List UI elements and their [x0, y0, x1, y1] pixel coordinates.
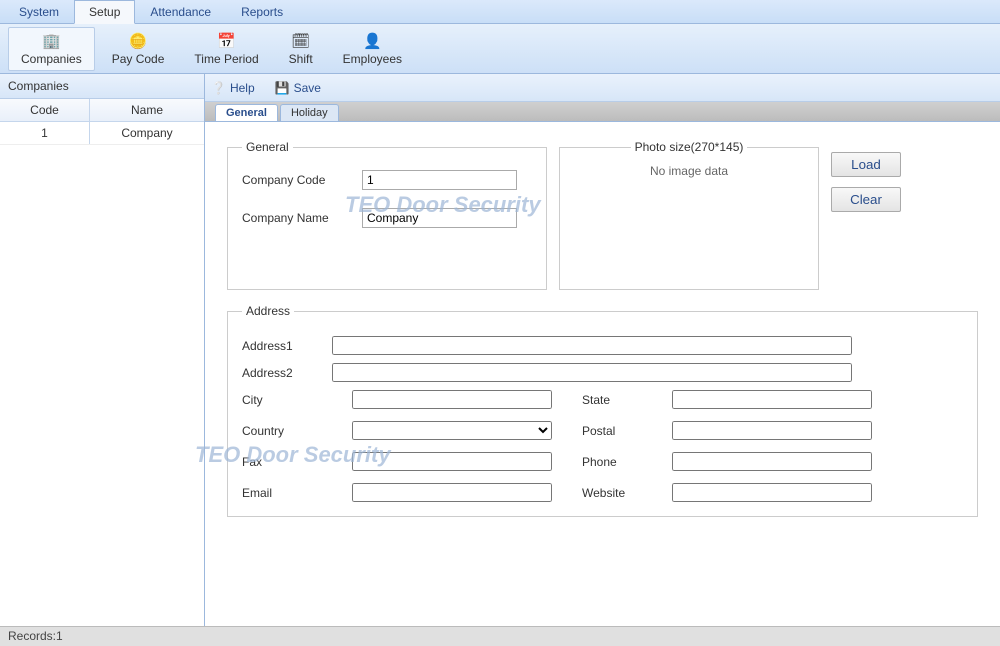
menu-system[interactable]: System [4, 0, 74, 23]
table-row[interactable]: 1 Company [0, 122, 204, 145]
help-label: Help [230, 81, 255, 95]
no-image-text: No image data [650, 164, 728, 178]
coin-icon: 🪙 [112, 32, 165, 50]
toolbar-paycode-label: Pay Code [112, 52, 165, 66]
menu-reports[interactable]: Reports [226, 0, 298, 23]
company-code-input[interactable] [362, 170, 517, 190]
city-input[interactable] [352, 390, 552, 409]
tab-general[interactable]: General [215, 104, 278, 121]
fieldset-photo: Photo size(270*145) No image data [559, 140, 819, 290]
menubar: System Setup Attendance Reports [0, 0, 1000, 24]
phone-label: Phone [582, 455, 652, 469]
address2-input[interactable] [332, 363, 852, 382]
toolbar-timeperiod[interactable]: 📅 Time Period [181, 27, 271, 71]
photo-legend: Photo size(270*145) [631, 140, 748, 154]
postal-label: Postal [582, 424, 652, 438]
state-label: State [582, 393, 652, 407]
col-name-header[interactable]: Name [90, 99, 204, 121]
website-label: Website [582, 486, 652, 500]
sidebar: Companies Code Name 1 Company [0, 74, 205, 626]
fax-input[interactable] [352, 452, 552, 471]
building-icon: 🏢 [21, 32, 82, 50]
postal-input[interactable] [672, 421, 872, 440]
toolbar-companies-label: Companies [21, 52, 82, 66]
address1-label: Address1 [242, 339, 332, 353]
company-name-label: Company Name [242, 211, 362, 225]
sidebar-title: Companies [0, 74, 204, 99]
col-code-header[interactable]: Code [0, 99, 90, 121]
general-legend: General [242, 140, 293, 154]
statusbar: Records:1 [0, 626, 1000, 646]
save-button[interactable]: 💾 Save [275, 81, 321, 95]
email-label: Email [242, 486, 332, 500]
clear-button[interactable]: Clear [831, 187, 901, 212]
fax-label: Fax [242, 455, 332, 469]
company-name-input[interactable] [362, 208, 517, 228]
content: ❔ Help 💾 Save General Holiday TEO Door S… [205, 74, 1000, 626]
photo-buttons: Load Clear [831, 152, 901, 212]
row-code: 1 [0, 122, 90, 144]
website-input[interactable] [672, 483, 872, 502]
menu-attendance[interactable]: Attendance [135, 0, 226, 23]
address1-input[interactable] [332, 336, 852, 355]
phone-input[interactable] [672, 452, 872, 471]
toolbar-shift[interactable]: 🗓 Shift [276, 27, 326, 71]
toolbar-paycode[interactable]: 🪙 Pay Code [99, 27, 178, 71]
save-icon: 💾 [275, 81, 290, 95]
calendar-icon: 📅 [194, 32, 258, 50]
toolbar-employees-label: Employees [343, 52, 402, 66]
records-count: 1 [56, 629, 63, 643]
help-icon: ❔ [211, 81, 226, 95]
person-icon: 👤 [343, 32, 402, 50]
toolbar-timeperiod-label: Time Period [194, 52, 258, 66]
toolbar-employees[interactable]: 👤 Employees [330, 27, 415, 71]
company-code-label: Company Code [242, 173, 362, 187]
fieldset-general: General Company Code Company Name [227, 140, 547, 290]
action-bar: ❔ Help 💾 Save [205, 74, 1000, 102]
tabstrip: General Holiday [205, 102, 1000, 122]
city-label: City [242, 393, 332, 407]
load-button[interactable]: Load [831, 152, 901, 177]
toolbar-companies[interactable]: 🏢 Companies [8, 27, 95, 71]
menu-setup[interactable]: Setup [74, 0, 135, 24]
address2-label: Address2 [242, 366, 332, 380]
grid-header: Code Name [0, 99, 204, 122]
address-legend: Address [242, 304, 294, 318]
help-button[interactable]: ❔ Help [211, 81, 255, 95]
row-name: Company [90, 122, 204, 144]
state-input[interactable] [672, 390, 872, 409]
main-area: Companies Code Name 1 Company ❔ Help 💾 S… [0, 74, 1000, 626]
email-input[interactable] [352, 483, 552, 502]
country-label: Country [242, 424, 332, 438]
fieldset-address: Address Address1 Address2 City State Cou… [227, 304, 978, 517]
toolbar-shift-label: Shift [289, 52, 313, 66]
tab-holiday[interactable]: Holiday [280, 104, 339, 121]
records-label: Records: [8, 629, 56, 643]
save-label: Save [294, 81, 321, 95]
schedule-icon: 🗓 [289, 32, 313, 50]
toolbar: 🏢 Companies 🪙 Pay Code 📅 Time Period 🗓 S… [0, 24, 1000, 74]
country-select[interactable] [352, 421, 552, 440]
form-body: TEO Door Security TEO Door Security Gene… [205, 122, 1000, 626]
